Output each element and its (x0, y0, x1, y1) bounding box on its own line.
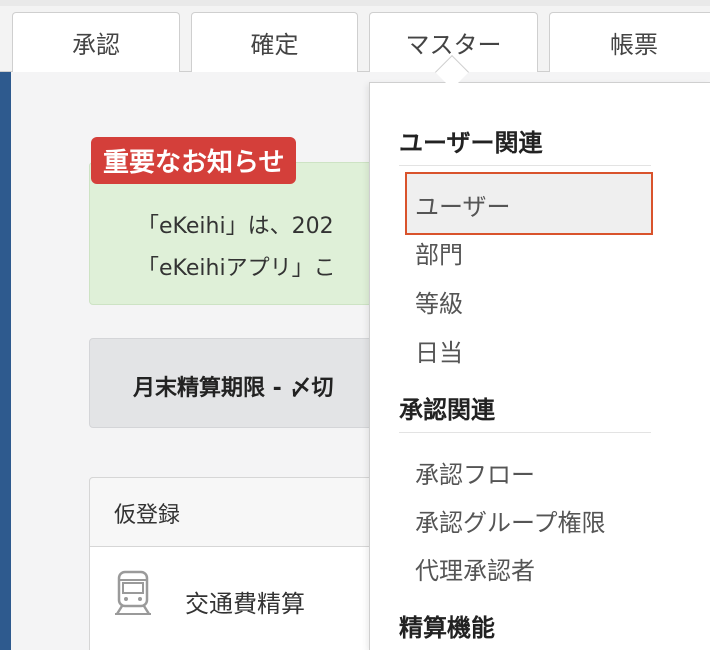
tab-reports[interactable]: 帳票 (549, 12, 710, 72)
dropdown-item-user[interactable]: ユーザー (415, 187, 511, 222)
tab-reports-label: 帳票 (610, 31, 658, 59)
train-icon (115, 570, 151, 615)
notice-line-1: 「eKeihi」は、202 (137, 214, 334, 239)
dropdown-separator (399, 432, 651, 433)
tab-confirm-label: 確定 (250, 31, 299, 59)
tab-confirm[interactable]: 確定 (191, 12, 358, 72)
left-sidebar (0, 72, 11, 650)
dropdown-item-grade[interactable]: 等級 (415, 284, 463, 319)
dropdown-heading-approval: 承認関連 (399, 396, 495, 424)
dropdown-separator (399, 165, 651, 166)
important-notice-badge: 重要なお知らせ (91, 137, 297, 184)
dropdown-item-department[interactable]: 部門 (415, 235, 463, 270)
dropdown-item-daily-allowance[interactable]: 日当 (415, 333, 463, 368)
dropdown-item-approval-flow[interactable]: 承認フロー (415, 455, 535, 490)
tab-approval-label: 承認 (72, 31, 120, 59)
dropdown-heading-settlement: 精算機能 (399, 614, 495, 642)
top-strip (0, 0, 710, 6)
dropdown-item-proxy-approver[interactable]: 代理承認者 (415, 551, 535, 586)
dropdown-item-approval-group-permission[interactable]: 承認グループ権限 (415, 503, 606, 538)
transport-expense-item[interactable]: 交通費精算 (185, 584, 305, 619)
dropdown-heading-user: ユーザー関連 (399, 129, 543, 157)
deadline-text: 月末精算期限 - 〆切 (133, 376, 334, 401)
tab-approval[interactable]: 承認 (12, 12, 180, 72)
panel-title: 仮登録 (114, 503, 181, 528)
notice-line-2: 「eKeihiアプリ」こ (137, 256, 336, 281)
tab-master-label: マスター (405, 31, 502, 59)
